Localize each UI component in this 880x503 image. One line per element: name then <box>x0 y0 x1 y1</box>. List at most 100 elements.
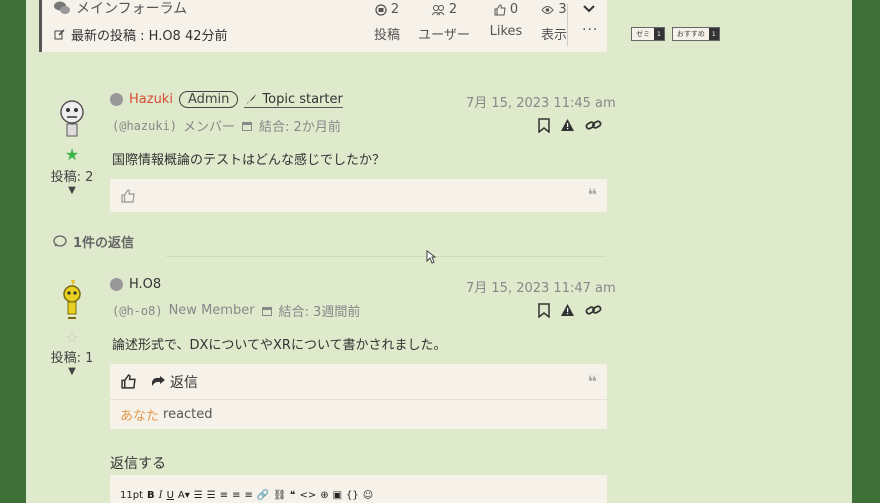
replies-count: 1件の返信 <box>73 236 135 251</box>
like-icon[interactable] <box>121 374 136 389</box>
post-date: 7月 15, 2023 11:47 am <box>466 281 616 296</box>
users-icon <box>431 4 445 15</box>
post-author-row: Hazuki Admin Topic starter <box>110 91 343 108</box>
quote-icon[interactable]: ❝ <box>588 372 597 391</box>
post-meta-row: (@hazuki) メンバー 結合: 2か月前 <box>112 116 341 136</box>
emoji-icon[interactable]: ☺ <box>363 490 373 501</box>
tag-recommended[interactable]: おすすめ 1 <box>671 27 720 41</box>
chevron-down-icon[interactable] <box>582 2 596 18</box>
author-sidebar: ☆ 投稿: 1 ▼ <box>37 328 107 377</box>
replies-divider <box>166 256 606 257</box>
eye-icon <box>541 5 554 14</box>
reacted-user[interactable]: あなた <box>120 405 159 424</box>
author-name[interactable]: Hazuki <box>129 92 173 107</box>
topic-starter-badge: Topic starter <box>244 92 343 108</box>
link-icon[interactable]: 🔗 <box>257 490 269 501</box>
divider <box>567 4 568 46</box>
stat-views: 3 表示 <box>540 2 567 43</box>
source-icon[interactable]: {} <box>346 490 359 501</box>
post-content: 国際情報概論のテストはどんな感じでしたか？ <box>112 153 386 168</box>
avatar[interactable] <box>57 278 87 319</box>
author-sidebar: ★ 投稿: 2 ▼ <box>37 145 107 196</box>
star-outline-icon: ☆ <box>64 328 80 347</box>
reply-form-title: 返信する <box>110 456 166 472</box>
italic-icon[interactable]: I <box>159 490 163 501</box>
posts-icon <box>375 3 387 16</box>
page: メインフォーラム 最新の投稿 : H.O8 42分前 2 投稿 2 ユーザー 0… <box>26 0 852 503</box>
post-meta-row: (@h-o8) New Member 結合: 3週間前 <box>112 301 360 320</box>
status-indicator <box>110 93 123 106</box>
unlink-icon[interactable]: ⛓ <box>273 490 286 501</box>
reply-button[interactable]: 返信 <box>151 372 198 392</box>
tag-seminar[interactable]: ゼミ 1 <box>631 27 665 41</box>
post-content: 論述形式で、DXについてやXRについて書かされました。 <box>112 338 447 353</box>
post-author-row: H.O8 <box>110 277 161 292</box>
stat-users: 2 ユーザー <box>418 2 470 43</box>
stat-likes: 0 Likes <box>489 2 523 39</box>
align-center-icon[interactable]: ≡ <box>232 490 240 501</box>
link-icon[interactable] <box>585 303 602 317</box>
more-options-icon[interactable]: ··· <box>582 22 598 38</box>
text-color-icon[interactable]: A▾ <box>178 490 190 501</box>
calendar-icon <box>242 121 253 131</box>
role-badge: Admin <box>178 91 239 108</box>
report-icon[interactable] <box>560 303 575 317</box>
blockquote-icon[interactable]: ❝ <box>290 490 295 501</box>
tag-list: ゼミ 1 おすすめ 1 <box>631 27 720 41</box>
align-right-icon[interactable]: ≡ <box>245 490 253 501</box>
comment-icon <box>53 235 67 247</box>
reacted-text: reacted <box>163 407 213 422</box>
align-left-icon[interactable]: ≡ <box>220 490 228 501</box>
editor-toolbar: 11pt B I U A▾ ☰ ☰ ≡ ≡ ≡ 🔗 ⛓ ❝ <> ⊕ ▣ {} … <box>120 490 373 501</box>
forum-name[interactable]: メインフォーラム <box>76 0 187 18</box>
insert-icon[interactable]: ⊕ <box>320 490 328 501</box>
reply-editor[interactable]: 11pt B I U A▾ ☰ ☰ ≡ ≡ ≡ 🔗 ⛓ ❝ <> ⊕ ▣ {} … <box>110 475 607 503</box>
post-actions <box>538 303 602 318</box>
bold-icon[interactable]: B <box>147 490 155 501</box>
post-count: 投稿: 1 <box>50 351 94 366</box>
avatar[interactable] <box>57 98 87 138</box>
mouse-cursor-icon <box>426 250 437 267</box>
latest-post-row: 最新の投稿 : H.O8 42分前 <box>54 25 228 44</box>
link-icon[interactable] <box>585 118 602 132</box>
post-actions <box>538 118 602 133</box>
user-handle: (@hazuki) <box>112 118 178 133</box>
underline-icon[interactable]: U <box>167 490 174 501</box>
edit-icon <box>54 29 65 40</box>
numbered-list-icon[interactable]: ☰ <box>207 490 216 501</box>
reaction-bar: 返信 ❝ <box>110 364 607 399</box>
forum-name-row[interactable]: メインフォーラム <box>54 0 187 18</box>
latest-post[interactable]: 最新の投稿 : H.O8 42分前 <box>71 25 228 44</box>
caret-down-icon[interactable]: ▼ <box>37 366 107 377</box>
bookmark-icon[interactable] <box>538 118 550 133</box>
replies-count-row: 1件の返信 <box>53 232 134 251</box>
user-handle: (@h-o8) <box>112 303 163 318</box>
post-count: 投稿: 2 <box>50 170 94 185</box>
reaction-bar: ❝ <box>110 179 607 212</box>
bookmark-icon[interactable] <box>538 303 550 318</box>
forum-summary-card: メインフォーラム 最新の投稿 : H.O8 42分前 2 投稿 2 ユーザー 0… <box>39 0 607 52</box>
report-icon[interactable] <box>560 118 575 132</box>
feather-icon <box>246 94 257 105</box>
reply-icon <box>152 375 165 386</box>
code-icon[interactable]: <> <box>299 490 316 501</box>
paste-icon[interactable]: ▣ <box>333 490 342 501</box>
bullet-list-icon[interactable]: ☰ <box>194 490 203 501</box>
member-type: New Member <box>168 303 255 318</box>
author-name[interactable]: H.O8 <box>129 277 161 292</box>
reacted-bar: あなた reacted <box>110 399 607 429</box>
caret-down-icon[interactable]: ▼ <box>37 185 107 196</box>
like-icon[interactable] <box>121 188 135 203</box>
post-date: 7月 15, 2023 11:45 am <box>466 96 616 111</box>
member-type: メンバー <box>183 120 236 135</box>
stat-posts: 2 投稿 <box>373 2 400 43</box>
quote-icon[interactable]: ❝ <box>588 185 597 204</box>
join-date: 結合: 2か月前 <box>259 120 341 135</box>
thumbs-up-icon <box>494 3 506 15</box>
calendar-icon <box>261 306 272 316</box>
join-date: 結合: 3週間前 <box>278 305 361 320</box>
status-indicator <box>110 278 123 291</box>
font-size-select[interactable]: 11pt <box>120 490 143 501</box>
comments-icon <box>54 1 70 14</box>
star-icon: ★ <box>64 145 80 164</box>
